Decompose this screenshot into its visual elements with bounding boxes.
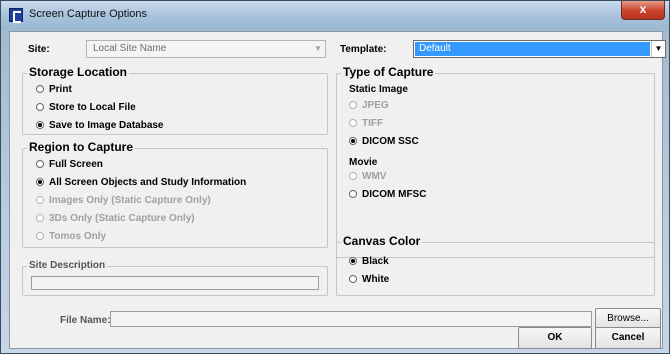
app-icon [9,8,23,23]
radio-dot-icon [349,257,357,265]
movie-label: Movie [349,157,378,168]
canvas-color-group: Canvas Color Black White [336,234,655,296]
radio-dot-icon [349,119,357,127]
close-button[interactable]: x [621,1,665,20]
radio-all-screen-objects[interactable]: All Screen Objects and Study Information [36,177,246,188]
screen-capture-options-dialog: Screen Capture Options x Site: Local Sit… [0,0,670,354]
window-title: Screen Capture Options [29,8,148,20]
title-bar[interactable]: Screen Capture Options x [1,1,669,29]
radio-black[interactable]: Black [349,256,389,267]
close-icon: x [639,2,647,16]
radio-dot-icon [349,137,357,145]
radio-jpeg[interactable]: JPEG [349,100,389,111]
template-dropdown[interactable]: Default ▼ [413,40,666,58]
radio-3ds-only[interactable]: 3Ds Only (Static Capture Only) [36,213,195,224]
ok-button[interactable]: OK [518,327,592,349]
site-description-field[interactable] [31,276,319,290]
site-description-group: Site Description [22,260,328,296]
radio-images-only[interactable]: Images Only (Static Capture Only) [36,195,211,206]
radio-dot-icon [36,121,44,129]
radio-dot-icon [349,101,357,109]
radio-save-image-database[interactable]: Save to Image Database [36,120,164,131]
chevron-down-icon: ▼ [314,44,322,53]
site-value: Local Site Name [93,43,167,54]
static-image-label: Static Image [349,84,408,95]
storage-location-group: Storage Location Print Store to Local Fi… [22,65,328,135]
radio-dot-icon [349,190,357,198]
region-to-capture-title: Region to Capture [27,140,135,154]
file-name-field[interactable] [110,311,592,327]
radio-dot-icon [349,172,357,180]
radio-wmv[interactable]: WMV [349,171,386,182]
radio-white[interactable]: White [349,274,389,285]
radio-dot-icon [36,103,44,111]
radio-print[interactable]: Print [36,84,72,95]
radio-dot-icon [349,275,357,283]
radio-dot-icon [36,160,44,168]
type-of-capture-title: Type of Capture [341,65,436,79]
region-to-capture-group: Region to Capture Full Screen All Screen… [22,140,328,248]
radio-dot-icon [36,232,44,240]
radio-dot-icon [36,196,44,204]
site-label: Site: [28,44,50,55]
radio-full-screen[interactable]: Full Screen [36,159,103,170]
cancel-button[interactable]: Cancel [595,327,661,349]
radio-dot-icon [36,178,44,186]
radio-tomos-only[interactable]: Tomos Only [36,231,106,242]
radio-dot-icon [36,214,44,222]
template-value: Default [415,42,650,56]
radio-store-local-file[interactable]: Store to Local File [36,102,136,113]
site-description-title: Site Description [27,260,108,271]
type-of-capture-group: Type of Capture Static Image JPEG TIFF D… [336,65,655,258]
dialog-body: Site: Local Site Name ▼ Template: Defaul… [9,31,666,349]
radio-dicom-ssc[interactable]: DICOM SSC [349,136,419,147]
radio-dot-icon [36,85,44,93]
canvas-color-title: Canvas Color [341,234,423,248]
chevron-down-icon[interactable]: ▼ [651,41,665,57]
storage-location-title: Storage Location [27,65,130,79]
template-label: Template: [340,44,387,55]
file-name-label: File Name: [60,315,111,326]
radio-dicom-mfsc[interactable]: DICOM MFSC [349,189,426,200]
site-dropdown[interactable]: Local Site Name ▼ [86,40,326,58]
radio-tiff[interactable]: TIFF [349,118,383,129]
